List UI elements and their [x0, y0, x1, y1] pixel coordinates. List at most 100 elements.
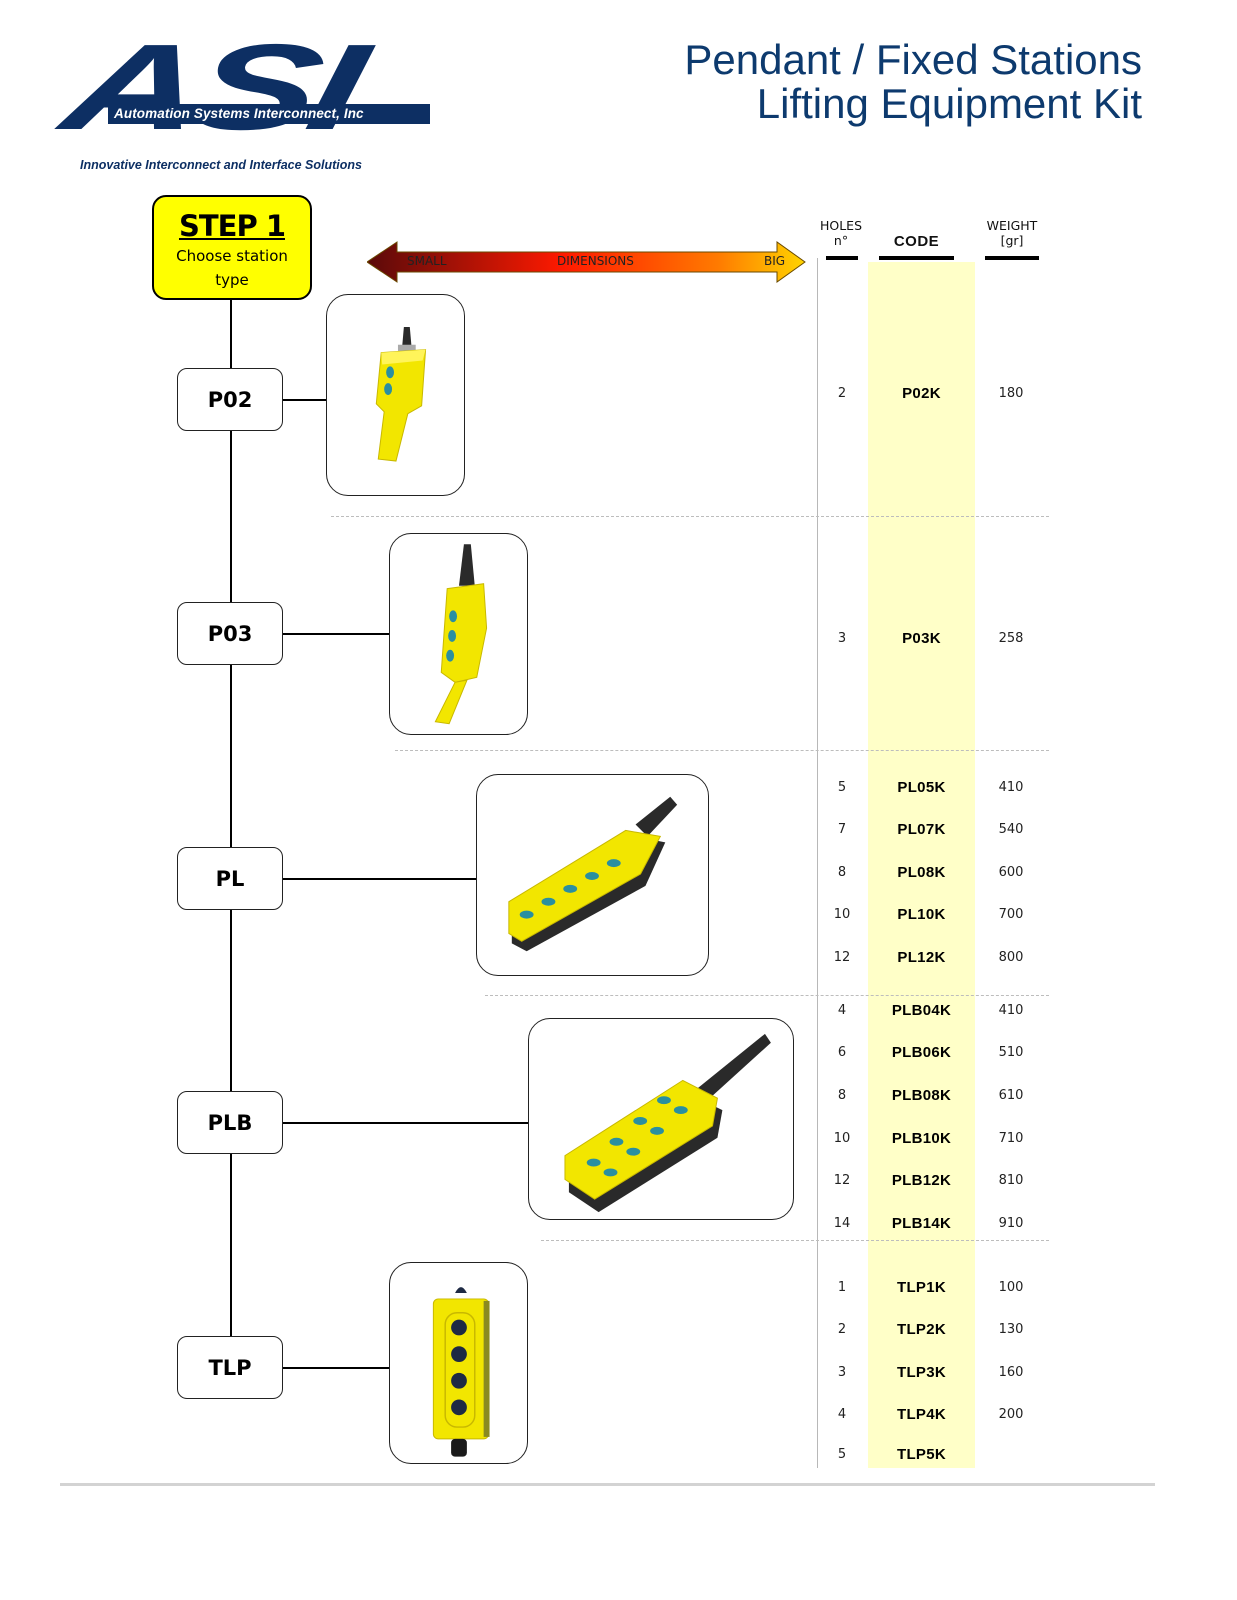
- group-separator: [331, 516, 1049, 517]
- cell-code: PLB06K: [891, 1044, 952, 1061]
- cell-weight: 910: [998, 1216, 1024, 1231]
- connector-line: [283, 1122, 529, 1124]
- group-separator: [395, 750, 1049, 751]
- station-type-label: P03: [207, 621, 253, 646]
- asi-logo: ASI Automation Systems Interconnect, Inc…: [53, 19, 440, 177]
- cell-holes: 12: [833, 1173, 851, 1188]
- station-type-label: PLB: [207, 1110, 253, 1135]
- cell-weight: 700: [998, 907, 1024, 922]
- pendant-plb-icon: [564, 1033, 771, 1213]
- header-holes-line2: n°: [833, 233, 849, 248]
- cell-code: PLB12K: [891, 1172, 952, 1189]
- cell-code: TLP3K: [896, 1364, 946, 1381]
- station-type-p03[interactable]: P03: [177, 602, 283, 665]
- cell-weight: 710: [998, 1131, 1024, 1146]
- cell-holes: 4: [837, 1407, 847, 1422]
- station-image-p03: [389, 533, 528, 735]
- cell-holes: 14: [833, 1216, 851, 1231]
- page-title: Pendant / Fixed Stations Lifting Equipme…: [684, 38, 1142, 126]
- cell-weight: 800: [998, 950, 1024, 965]
- pendant-pl-icon: [508, 796, 678, 952]
- cell-weight: 410: [998, 780, 1024, 795]
- cell-holes: 4: [837, 1003, 847, 1018]
- cell-holes: 2: [837, 386, 847, 401]
- page-title-line2: Lifting Equipment Kit: [756, 80, 1142, 127]
- cell-holes: 10: [833, 907, 851, 922]
- cell-holes: 3: [837, 631, 847, 646]
- cell-holes: 1: [837, 1280, 847, 1295]
- connector-line: [283, 878, 477, 880]
- cell-weight: 180: [998, 386, 1024, 401]
- cell-holes: 8: [837, 865, 847, 880]
- cell-code: PLB08K: [891, 1087, 952, 1104]
- cell-weight: 600: [998, 865, 1024, 880]
- step-subtitle-line1: Choose station: [176, 247, 288, 265]
- station-type-p02[interactable]: P02: [177, 368, 283, 431]
- cell-weight: 510: [998, 1045, 1024, 1060]
- step-subtitle-line2: type: [215, 271, 249, 289]
- logo-tagline: Innovative Interconnect and Interface So…: [80, 158, 362, 172]
- table-left-border: [817, 258, 818, 1468]
- connector-line: [283, 1367, 390, 1369]
- station-type-tlp[interactable]: TLP: [177, 1336, 283, 1399]
- tree-spine: [230, 300, 232, 1368]
- station-image-plb: [528, 1018, 794, 1220]
- cell-code: TLP2K: [896, 1321, 946, 1338]
- cell-holes: 10: [833, 1131, 851, 1146]
- logo-company-name: Automation Systems Interconnect, Inc: [114, 106, 364, 121]
- cell-code: PL05K: [897, 779, 946, 796]
- cell-holes: 6: [837, 1045, 847, 1060]
- group-separator: [485, 995, 1049, 996]
- cell-holes: 8: [837, 1088, 847, 1103]
- station-image-pl: [476, 774, 709, 976]
- cell-code: PL12K: [897, 949, 946, 966]
- cell-holes: 12: [833, 950, 851, 965]
- station-image-p02: [326, 294, 465, 496]
- cell-weight: 810: [998, 1173, 1024, 1188]
- header-code: CODE: [893, 233, 940, 250]
- cell-weight: 410: [998, 1003, 1024, 1018]
- arrow-label-small: SMALL: [407, 254, 447, 268]
- arrow-label-big: BIG: [764, 254, 786, 268]
- cell-code: TLP4K: [896, 1406, 946, 1423]
- group-separator: [541, 1240, 1049, 1241]
- cell-code: PL10K: [897, 906, 946, 923]
- cell-code: P02K: [902, 385, 941, 402]
- cell-weight: 130: [998, 1322, 1024, 1337]
- cell-weight: 258: [998, 631, 1024, 646]
- cell-code: P03K: [902, 630, 941, 647]
- station-type-label: PL: [215, 866, 245, 891]
- station-type-plb[interactable]: PLB: [177, 1091, 283, 1154]
- cell-weight: 200: [998, 1407, 1024, 1422]
- dimension-arrow: SMALL DIMENSIONS BIG: [366, 240, 807, 284]
- header-underline: [985, 256, 1039, 260]
- header-holes-line1: HOLES: [819, 218, 863, 233]
- fixed-station-tlp-icon: [432, 1287, 490, 1457]
- station-type-label: P02: [207, 387, 253, 412]
- header-underline: [826, 256, 858, 260]
- cell-holes: 7: [837, 822, 847, 837]
- arrow-label-dimensions: DIMENSIONS: [557, 254, 634, 268]
- cell-code: PLB10K: [891, 1130, 952, 1147]
- cell-code: PL07K: [897, 821, 946, 838]
- page-title-line1: Pendant / Fixed Stations: [684, 36, 1142, 83]
- logo-letters: ASI: [52, 19, 369, 155]
- footer-divider: [60, 1483, 1155, 1486]
- connector-line: [283, 633, 390, 635]
- cell-weight: 610: [998, 1088, 1024, 1103]
- step-title: STEP 1: [178, 209, 286, 243]
- station-type-pl[interactable]: PL: [177, 847, 283, 910]
- cell-holes: 2: [837, 1322, 847, 1337]
- cell-code: TLP1K: [896, 1279, 946, 1296]
- header-holes: HOLES n°: [816, 218, 866, 248]
- connector-line: [283, 399, 327, 401]
- cell-code: PL08K: [897, 864, 946, 881]
- cell-weight: 160: [998, 1365, 1024, 1380]
- station-type-label: TLP: [208, 1355, 252, 1380]
- step-1-box: STEP 1 Choose station type: [152, 195, 312, 300]
- cell-weight: 100: [998, 1280, 1024, 1295]
- header-weight: WEIGHT [gr]: [980, 218, 1044, 248]
- header-weight-line1: WEIGHT: [986, 218, 1038, 233]
- station-image-tlp: [389, 1262, 528, 1464]
- header-weight-line2: [gr]: [1000, 233, 1024, 248]
